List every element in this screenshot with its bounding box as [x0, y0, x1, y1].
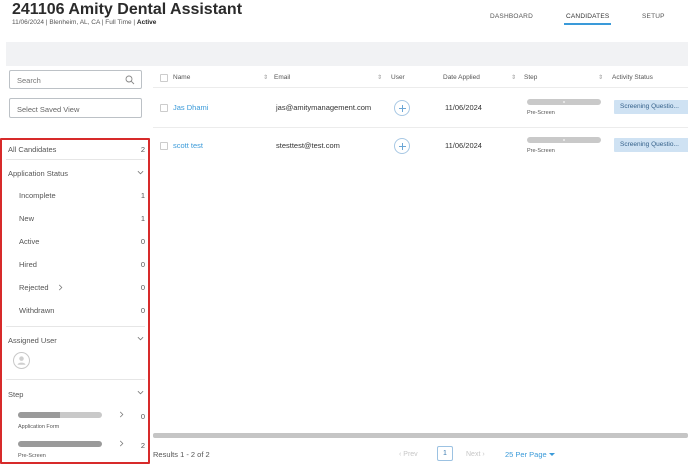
step-stage: Pre-Screen [527, 110, 555, 116]
divider [153, 127, 688, 128]
search-icon [125, 75, 135, 85]
column-header-user[interactable]: User [391, 74, 405, 81]
status-count: 1 [140, 191, 145, 200]
page-number-button[interactable]: 1 [437, 446, 453, 461]
row-checkbox[interactable] [160, 104, 168, 112]
step-stage: Pre-Screen [527, 148, 555, 154]
candidate-email: jas@amitymanagement.com [276, 103, 372, 112]
horizontal-scrollbar[interactable] [153, 433, 688, 438]
divider [6, 159, 145, 160]
sort-icon[interactable]: ⇕ [598, 74, 603, 81]
step-count: 2 [140, 441, 145, 450]
column-header-date-applied[interactable]: Date Applied [443, 74, 480, 81]
activity-status-badge[interactable]: Screening Questio... [614, 138, 688, 152]
sidebar: Search Select Saved View All Candidates … [0, 66, 150, 464]
chevron-down-icon[interactable] [137, 169, 144, 176]
status-label: Hired [19, 260, 37, 269]
user-icon [17, 356, 26, 365]
divider [6, 379, 145, 380]
chevron-right-icon[interactable] [118, 440, 125, 447]
nav-candidates-label: CANDIDATES [566, 13, 610, 20]
step-progress-bar [527, 99, 601, 105]
chevron-right-icon[interactable] [57, 284, 64, 291]
sort-icon[interactable]: ⇕ [511, 74, 516, 81]
column-header-activity-status[interactable]: Activity Status [612, 74, 653, 81]
toolbar-banner [6, 42, 688, 66]
per-page-select[interactable]: 25 Per Page [505, 450, 547, 459]
step-count: 0 [140, 412, 145, 421]
job-status: Active [136, 19, 157, 26]
chevron-down-icon[interactable] [137, 335, 144, 342]
step-label: Pre-Screen [18, 453, 46, 459]
job-meta-details: 11/06/2024 | Blenheim, AL, CA | Full Tim… [12, 19, 137, 26]
status-label: New [19, 214, 35, 223]
sort-icon[interactable]: ⇕ [377, 74, 382, 81]
status-count: 1 [140, 214, 145, 223]
avatar[interactable] [13, 352, 30, 369]
all-candidates-label: All Candidates [8, 145, 57, 154]
step-progress-bar [18, 441, 102, 447]
saved-view-select[interactable]: Select Saved View [9, 98, 142, 118]
candidate-name-link[interactable]: Jas Dhami [173, 103, 208, 112]
status-label: Withdrawn [19, 306, 55, 315]
divider [153, 87, 688, 88]
nav-dashboard[interactable]: DASHBOARD [490, 13, 533, 20]
next-page-button[interactable]: Next › [466, 451, 485, 458]
column-header-email[interactable]: Email [274, 74, 290, 81]
status-label: Incomplete [19, 191, 56, 200]
status-count: 0 [140, 306, 145, 315]
prev-label: Prev [403, 451, 418, 458]
status-label: Active [19, 237, 40, 246]
step-progress-bar [18, 412, 102, 418]
activity-status-badge[interactable]: Screening Questio... [614, 100, 688, 114]
nav-candidates[interactable]: CANDIDATES [564, 13, 612, 25]
next-label: Next [466, 451, 481, 458]
results-count: Results 1 - 2 of 2 [153, 450, 210, 459]
saved-view-label: Select Saved View [17, 104, 80, 114]
select-all-checkbox[interactable] [160, 74, 168, 82]
column-header-name[interactable]: Name [173, 74, 190, 81]
step-progress-fill [18, 412, 60, 418]
job-meta: 11/06/2024 | Blenheim, AL, CA | Full Tim… [12, 19, 156, 26]
assigned-user-header[interactable]: Assigned User [8, 336, 57, 345]
candidate-email: stesttest@test.com [276, 141, 340, 150]
prev-page-button[interactable]: ‹ Prev [399, 451, 418, 458]
status-count: 0 [140, 260, 145, 269]
assign-user-button[interactable] [394, 100, 410, 116]
caret-down-icon[interactable] [549, 453, 555, 456]
date-applied: 11/06/2024 [445, 141, 482, 150]
application-status-header[interactable]: Application Status [8, 169, 68, 178]
step-progress-fill [18, 441, 102, 447]
progress-marker [563, 101, 565, 103]
search-input[interactable]: Search [9, 70, 142, 89]
date-applied: 11/06/2024 [445, 103, 482, 112]
row-checkbox[interactable] [160, 142, 168, 150]
sort-icon[interactable]: ⇕ [263, 74, 268, 81]
divider [6, 326, 145, 327]
step-header[interactable]: Step [8, 390, 23, 399]
status-count: 0 [140, 237, 145, 246]
assign-user-button[interactable] [394, 138, 410, 154]
all-candidates-count: 2 [140, 145, 145, 154]
status-label: Rejected [19, 283, 49, 292]
filter-panel: All Candidates 2 Application Status Inco… [0, 138, 150, 464]
nav-setup[interactable]: SETUP [642, 13, 665, 20]
progress-marker [563, 139, 565, 141]
step-label: Application Form [18, 424, 60, 430]
page-header: 241106 Amity Dental Assistant 11/06/2024… [0, 0, 688, 42]
chevron-down-icon[interactable] [137, 389, 144, 396]
column-header-step[interactable]: Step [524, 74, 537, 81]
status-count: 0 [140, 283, 145, 292]
chevron-right-icon[interactable] [118, 411, 125, 418]
candidates-table: Name ⇕ Email ⇕ User Date Applied ⇕ Step … [153, 66, 688, 464]
active-tab-indicator [564, 23, 612, 25]
candidate-name-link[interactable]: scott test [173, 141, 203, 150]
search-placeholder: Search [17, 76, 41, 85]
job-title: 241106 Amity Dental Assistant [12, 1, 243, 18]
step-progress-bar [527, 137, 601, 143]
